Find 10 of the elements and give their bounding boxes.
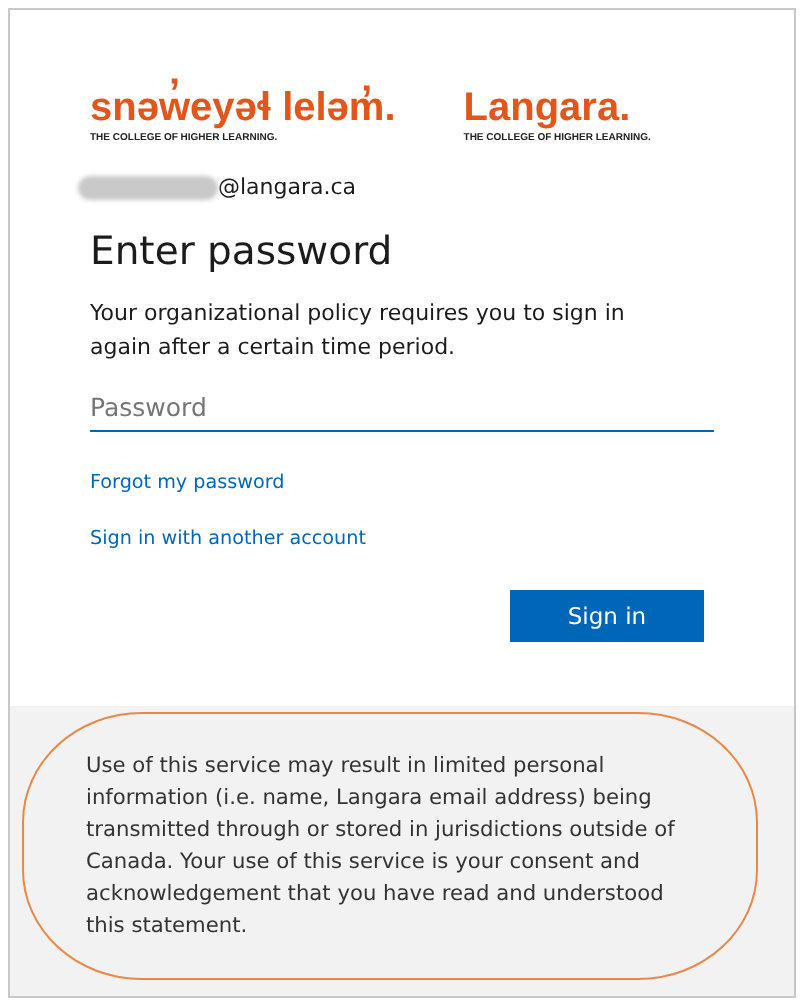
password-field[interactable]: Password bbox=[90, 384, 714, 432]
privacy-notice: Use of this service may result in limited personal information (i.e. name, Langara email address) being transmitted through or stored in jurisdictions outside of Canada. Your use of this service is your consent and acknowledgement that you have read and understood this statement. bbox=[86, 752, 677, 942]
forgot-password-link[interactable]: Forgot my password bbox=[90, 472, 285, 494]
logo-wordmark: Langara. bbox=[463, 86, 633, 130]
page-title: Enter password bbox=[90, 226, 395, 278]
policy-message: Your organizational policy requires you to sign in again after a certain time period. bbox=[90, 298, 627, 364]
other-account-link[interactable]: Sign in with another account bbox=[90, 528, 366, 550]
redacted-username bbox=[78, 175, 218, 199]
account-email: @langara.ca bbox=[218, 174, 357, 200]
sign-in-button[interactable]: Sign in bbox=[510, 590, 704, 642]
